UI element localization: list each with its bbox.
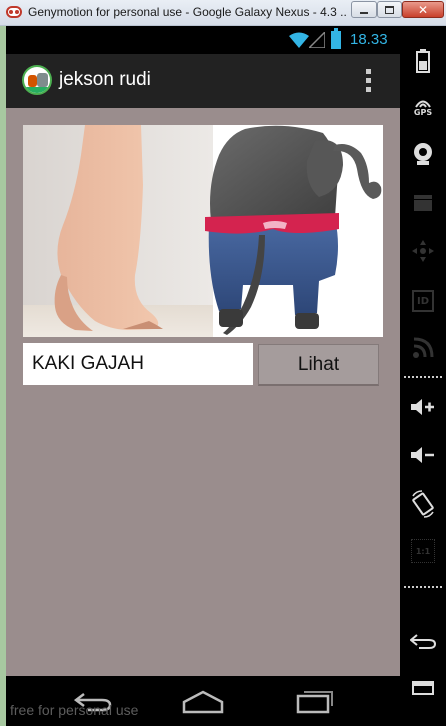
- camera-icon: [414, 143, 432, 165]
- search-input[interactable]: KAKI GAJAH: [23, 343, 253, 385]
- battery-widget-button[interactable]: [400, 46, 446, 76]
- volume-down-button[interactable]: [400, 440, 446, 470]
- remote-control-icon: [412, 240, 434, 262]
- volume-up-button[interactable]: [400, 392, 446, 422]
- gps-widget-button[interactable]: GPS: [400, 92, 446, 122]
- battery-icon: [416, 49, 430, 73]
- app-avatar-icon[interactable]: [22, 65, 52, 95]
- status-bar: 18.33: [6, 26, 400, 54]
- navigation-bar: [6, 676, 400, 726]
- recent-apps-icon[interactable]: [296, 688, 336, 714]
- remote-control-button[interactable]: [400, 236, 446, 266]
- overflow-menu-icon[interactable]: [366, 69, 372, 93]
- back-icon: [410, 634, 436, 649]
- device-id-button[interactable]: ID: [400, 286, 446, 316]
- sidebar-divider: [404, 586, 442, 588]
- pixel-perfect-label: 1:1: [415, 546, 431, 556]
- rotate-icon: [412, 490, 434, 518]
- genymotion-sidebar: GPS ID 1:1: [400, 26, 446, 726]
- minimize-button[interactable]: [351, 1, 377, 18]
- window-title: Genymotion for personal use - Google Gal…: [28, 5, 346, 19]
- close-icon: ✕: [417, 2, 429, 17]
- signal-icon: [309, 32, 325, 48]
- sidebar-divider: [404, 376, 442, 378]
- close-button[interactable]: ✕: [402, 1, 444, 18]
- main-content: KAKI GAJAH Lihat: [6, 108, 400, 676]
- battery-icon: [331, 28, 341, 49]
- personal-use-watermark: free for personal use: [10, 702, 139, 718]
- volume-down-icon: [411, 447, 434, 463]
- rss-icon: [413, 337, 434, 358]
- pixel-perfect-button[interactable]: 1:1: [400, 536, 446, 566]
- rotate-button[interactable]: [400, 488, 446, 520]
- maximize-button[interactable]: [377, 1, 402, 18]
- home-icon[interactable]: [182, 690, 224, 714]
- genymotion-logo-icon: [6, 6, 22, 18]
- elephant-foot-photo: [23, 125, 383, 337]
- window-titlebar: Genymotion for personal use - Google Gal…: [0, 0, 446, 26]
- status-clock: 18.33: [350, 31, 388, 48]
- volume-up-icon: [411, 399, 434, 415]
- lihat-button[interactable]: Lihat: [258, 344, 379, 386]
- action-bar: jekson rudi: [6, 54, 400, 108]
- maximize-icon: [385, 5, 394, 14]
- video-icon: [414, 195, 432, 211]
- pixel-perfect-icon: 1:1: [411, 539, 435, 563]
- device-screen: 18.33 jekson rudi KAKI GAJAH Lihat free …: [6, 26, 400, 726]
- sidebar-back-button[interactable]: [400, 628, 446, 654]
- sidebar-menu-button[interactable]: [400, 676, 446, 702]
- gps-icon: [415, 100, 431, 108]
- video-capture-button[interactable]: [400, 188, 446, 218]
- minimize-icon: [360, 11, 368, 14]
- wifi-icon: [289, 32, 309, 48]
- gps-label: GPS: [413, 107, 433, 117]
- camera-widget-button[interactable]: [400, 139, 446, 169]
- id-label: ID: [416, 295, 430, 307]
- network-button[interactable]: [400, 333, 446, 363]
- id-icon: ID: [412, 290, 434, 312]
- app-title: jekson rudi: [59, 69, 151, 90]
- menu-icon: [412, 681, 434, 695]
